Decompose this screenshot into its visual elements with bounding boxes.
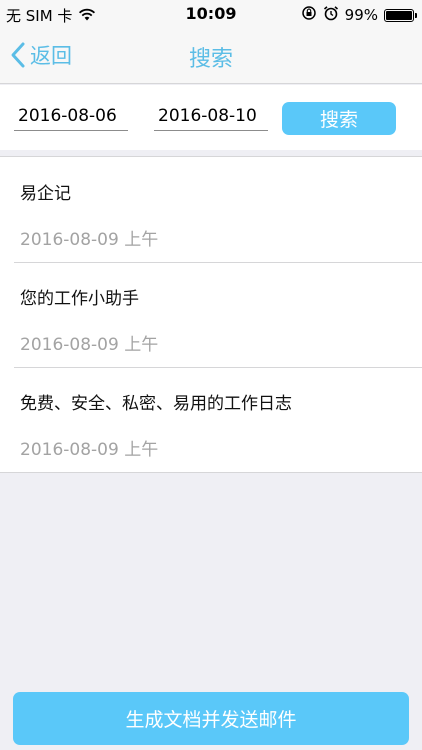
battery-fill — [386, 10, 412, 20]
battery-icon — [384, 8, 417, 22]
list-item[interactable]: 免费、安全、私密、易用的工作日志 2016-08-09 上午 — [0, 367, 422, 472]
search-button[interactable]: 搜索 — [282, 102, 396, 135]
item-title: 您的工作小助手 — [20, 289, 139, 309]
item-date: 2016-08-09 上午 — [20, 335, 159, 355]
list-item[interactable]: 您的工作小助手 2016-08-09 上午 — [0, 262, 422, 367]
search-row: 搜索 — [0, 85, 422, 150]
item-date: 2016-08-09 上午 — [20, 230, 159, 250]
status-right: 99% — [301, 5, 417, 25]
rotation-lock-icon — [301, 5, 317, 25]
item-title: 免费、安全、私密、易用的工作日志 — [20, 394, 292, 414]
nav-bar: 返回 搜索 — [0, 28, 422, 84]
start-date-input[interactable] — [14, 101, 128, 131]
item-date: 2016-08-09 上午 — [20, 440, 159, 460]
item-title: 易企记 — [20, 184, 71, 204]
list-item[interactable]: 易企记 2016-08-09 上午 — [0, 157, 422, 262]
alarm-icon — [323, 5, 339, 25]
results-list: 易企记 2016-08-09 上午 您的工作小助手 2016-08-09 上午 … — [0, 156, 422, 473]
battery-percent: 99% — [344, 6, 378, 24]
status-bar: 无 SIM 卡 10:09 99% — [0, 0, 422, 28]
screen: 无 SIM 卡 10:09 99% 返回 搜索 2016-08-06 2016-… — [0, 0, 422, 750]
page-title: 搜索 — [188, 47, 233, 72]
end-date-input[interactable] — [154, 101, 268, 131]
generate-and-email-button[interactable]: 生成文档并发送邮件 — [13, 692, 409, 745]
